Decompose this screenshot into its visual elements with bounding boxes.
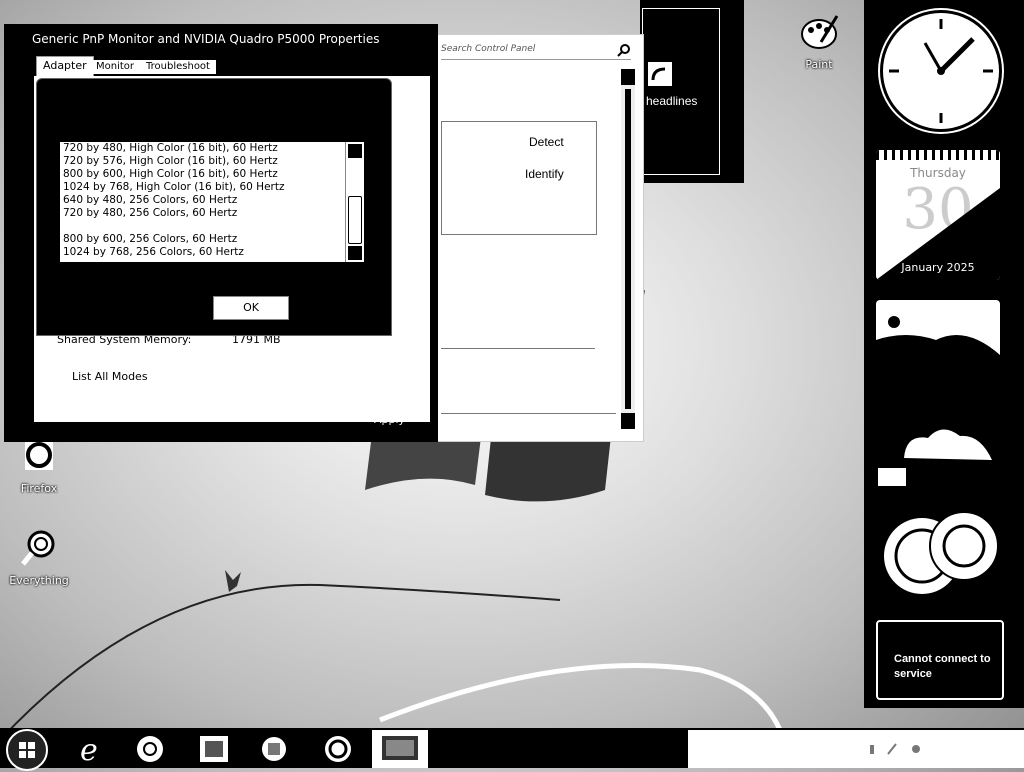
system-tray [688,730,1024,768]
clock-gadget [880,10,1002,132]
control-panel-search[interactable]: Search Control Panel [441,41,631,60]
scroll-up-button[interactable] [348,144,362,158]
magnifier-icon [21,530,55,566]
list-item[interactable]: 1024 by 768, 256 Colors, 60 Hertz [60,246,364,259]
scroll-thumb[interactable] [348,196,362,244]
list-item[interactable]: 800 by 600, High Color (16 bit), 60 Hert… [60,168,364,181]
firefox-taskbar-icon[interactable] [316,732,360,766]
apply-button[interactable]: Apply [374,413,405,426]
screen-resolution-window: Search Control Panel Detect Identify [430,34,644,442]
firefox-label: Firefox [20,482,58,495]
tab-troubleshoot[interactable]: Troubleshoot [140,60,216,74]
list-all-modes-button[interactable]: List All Modes [72,370,148,383]
scroll-thumb[interactable] [625,89,631,409]
calendar-rings [876,150,1000,160]
window-title: Generic PnP Monitor and NVIDIA Quadro P5… [32,32,380,46]
search-placeholder: Search Control Panel [441,44,536,54]
clock-face-icon [889,19,993,123]
wallpaper-swoosh [0,570,783,740]
list-item[interactable]: 640 by 480, 256 Colors, 60 Hertz [60,194,364,207]
sync-globe-icon [884,511,999,594]
everything-desktop-icon[interactable]: Everything [4,528,74,587]
scroll-down-button[interactable] [348,246,362,260]
sync-status-panel: Cannot connect to service [876,620,1004,700]
list-all-modes-dialog: 720 by 480, High Color (16 bit), 60 Hert… [36,78,392,336]
cloud-icon [878,429,992,486]
start-button[interactable] [6,729,48,771]
tab-monitor[interactable]: Monitor [90,60,141,74]
feed-gadget[interactable] [876,300,1000,360]
news-gadget-frame [642,8,720,175]
weather-gadget[interactable] [876,404,1000,486]
everything-label: Everything [9,574,69,587]
sync-status-text: Cannot connect to service [894,653,991,680]
firefox-icon [25,440,53,470]
calendar-month-year: January 2025 [901,261,975,274]
firefox-desktop-icon[interactable]: Firefox [4,436,74,495]
news-headlines-link[interactable]: headlines [646,94,697,108]
active-taskbar-button[interactable] [372,730,428,768]
calendar-gadget[interactable]: Thursday 30 January 2025 [876,150,1000,280]
tab-adapter[interactable]: Adapter [36,56,94,77]
tray-icons[interactable] [868,742,928,756]
paint-label: Paint [805,58,833,71]
detect-button[interactable]: Detect [529,135,564,149]
list-item[interactable]: 720 by 480, 256 Colors, 60 Hertz [60,207,364,220]
identify-button[interactable]: Identify [525,167,564,181]
paint-icon [801,15,839,49]
divider [441,348,595,349]
modes-listbox[interactable]: 720 by 480, High Color (16 bit), 60 Hert… [60,142,364,262]
search-icon [617,44,630,57]
list-item[interactable]: 800 by 600, 256 Colors, 60 Hertz [60,233,364,246]
modes-scrollbar[interactable] [345,142,364,262]
svg-text:e: e [80,733,98,766]
internet-explorer-icon[interactable]: e [70,732,114,766]
windows-orb-icon [19,742,35,758]
monitor-preview-box [441,121,597,235]
app-icon[interactable] [192,732,236,766]
vertical-scrollbar[interactable] [621,69,635,429]
scroll-up-button[interactable] [621,69,635,85]
divider [441,413,616,414]
scroll-down-button[interactable] [621,413,635,429]
list-item[interactable] [60,220,364,233]
list-item[interactable]: 720 by 576, High Color (16 bit), 60 Hert… [60,155,364,168]
paint-desktop-icon[interactable]: Paint [784,12,854,71]
list-item[interactable]: 720 by 480, High Color (16 bit), 60 Hert… [60,142,364,155]
rss-icon [648,62,672,86]
feed-image [876,316,1000,360]
media-player-icon[interactable] [128,732,172,766]
display-settings-icon [382,736,418,760]
list-item[interactable]: 1024 by 768, High Color (16 bit), 60 Her… [60,181,364,194]
ok-button[interactable]: OK [213,296,289,320]
settings-gadget-icon[interactable] [252,732,296,766]
